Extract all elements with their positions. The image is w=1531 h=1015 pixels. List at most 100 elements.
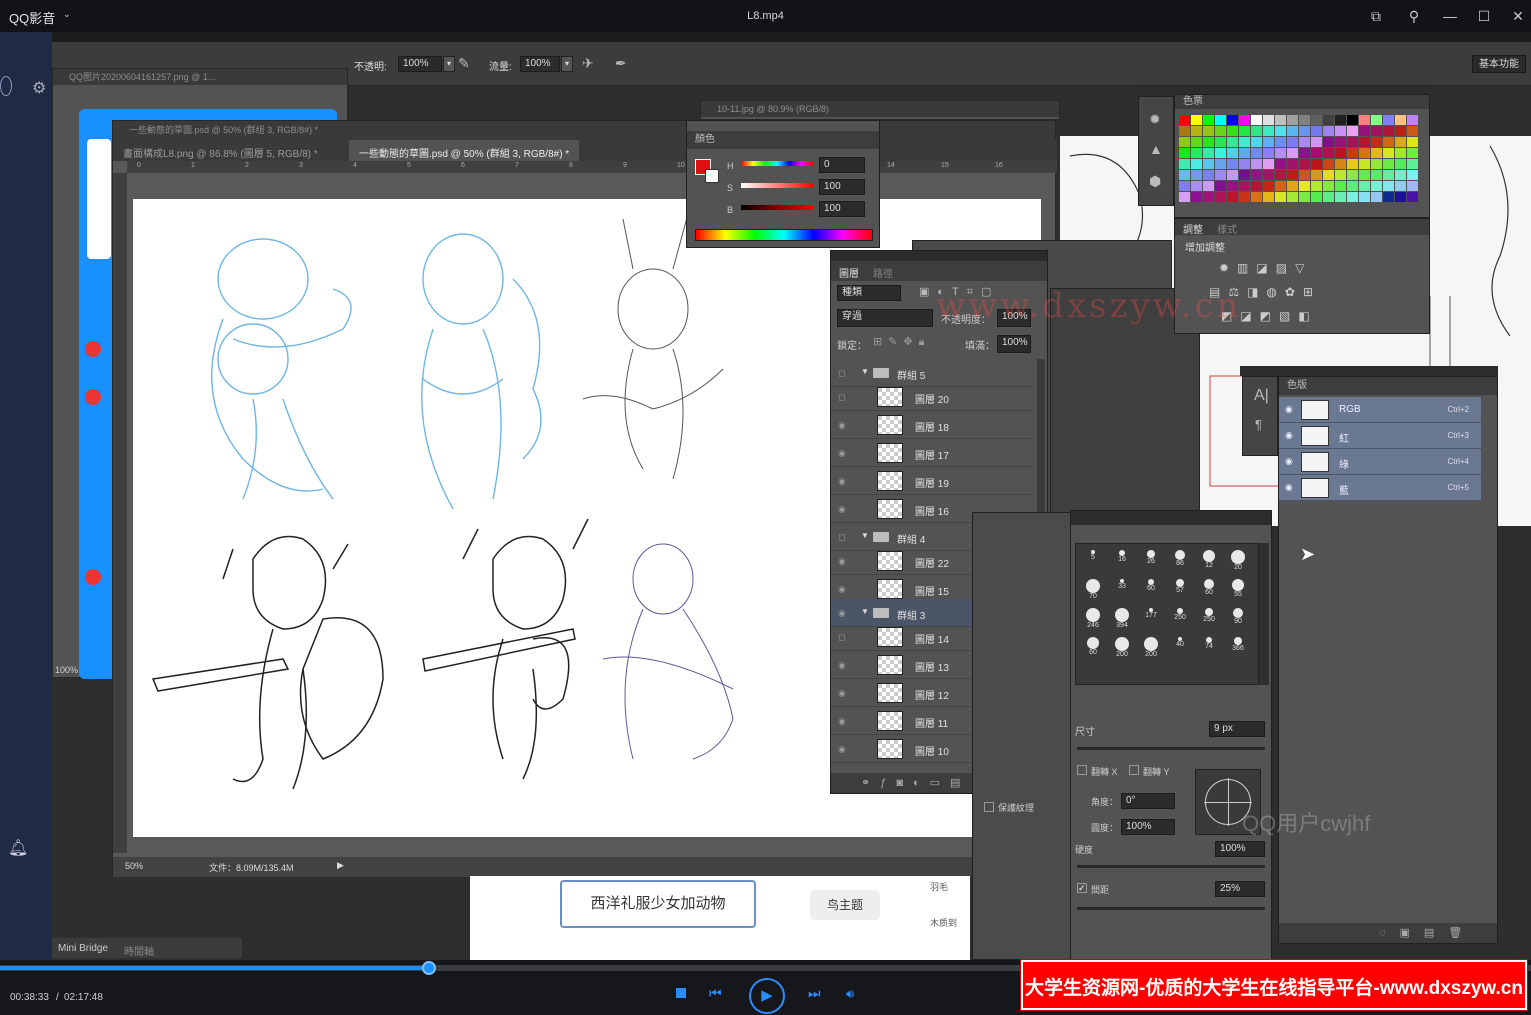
pin-icon[interactable]: ⚲ xyxy=(1403,6,1425,26)
brush-tip[interactable]: 70 xyxy=(1080,577,1106,603)
swatch[interactable] xyxy=(1203,115,1214,125)
layer-kind-filter[interactable]: 種類 xyxy=(837,285,901,301)
swatch[interactable] xyxy=(1227,126,1238,136)
swatch[interactable] xyxy=(1251,170,1262,180)
saturation-slider[interactable] xyxy=(741,183,813,188)
swatch[interactable] xyxy=(1311,137,1322,147)
swatch[interactable] xyxy=(1179,126,1190,136)
swatch[interactable] xyxy=(1299,181,1310,191)
swatch[interactable] xyxy=(1191,192,1202,202)
swatch[interactable] xyxy=(1287,115,1298,125)
swatch[interactable] xyxy=(1191,170,1202,180)
chevron-down-icon[interactable]: ▾ xyxy=(443,56,455,72)
swatch[interactable] xyxy=(1335,137,1346,147)
lock-icons[interactable]: ⊞✎✥🔒︎ xyxy=(873,335,931,349)
swatch[interactable] xyxy=(1383,137,1394,147)
swatch[interactable] xyxy=(1215,126,1226,136)
brush-tip[interactable]: 33 xyxy=(1109,577,1135,603)
adjustment-icons-row1[interactable]: ✹▥◪▨▽ xyxy=(1219,261,1312,275)
swatch[interactable] xyxy=(1323,148,1334,158)
channel-row-blue[interactable]: ◉ 藍 Ctrl+5 xyxy=(1279,475,1481,501)
brush-tip[interactable]: 200 xyxy=(1138,635,1164,661)
layer-row[interactable]: ◉ 圖層 17 xyxy=(831,439,1033,467)
brush-tip[interactable]: 55 xyxy=(1225,577,1251,603)
swatch[interactable] xyxy=(1179,192,1190,202)
swatch[interactable] xyxy=(1227,115,1238,125)
tab-sketches[interactable]: 一些動態的草圖.psd @ 50% (群組 3, RGB/8#) * xyxy=(349,140,580,161)
volume-icon[interactable]: 🔊︎ xyxy=(846,986,854,1002)
swatch[interactable] xyxy=(1179,115,1190,125)
swatch[interactable] xyxy=(1323,159,1334,169)
brush-tip[interactable]: 5 xyxy=(1080,548,1106,574)
swatch[interactable] xyxy=(1359,170,1370,180)
swatch[interactable] xyxy=(1227,148,1238,158)
swatch[interactable] xyxy=(1335,148,1346,158)
swatch[interactable] xyxy=(1407,126,1418,136)
swatch[interactable] xyxy=(1407,181,1418,191)
next-icon[interactable]: ⏭ xyxy=(808,985,821,1002)
swatch[interactable] xyxy=(1239,170,1250,180)
swatch[interactable] xyxy=(1251,126,1262,136)
swatch[interactable] xyxy=(1335,170,1346,180)
swatch[interactable] xyxy=(1299,148,1310,158)
swatch[interactable] xyxy=(1371,115,1382,125)
swatch[interactable] xyxy=(1203,181,1214,191)
swatch[interactable] xyxy=(1371,192,1382,202)
tab-composition[interactable]: 畫面構成L8.png @ 86.8% (圖層 5, RGB/8) * xyxy=(123,145,318,160)
swatch[interactable] xyxy=(1239,148,1250,158)
play-button[interactable]: ▶ xyxy=(749,978,785,1014)
swatch[interactable] xyxy=(1179,159,1190,169)
flow-input[interactable]: 100% xyxy=(520,56,560,72)
swatch[interactable] xyxy=(1275,137,1286,147)
color-spectrum-bar[interactable] xyxy=(695,229,873,241)
swatch[interactable] xyxy=(1347,170,1358,180)
swatch[interactable] xyxy=(1383,159,1394,169)
swatch[interactable] xyxy=(1347,126,1358,136)
layer-row[interactable]: ◻ 圖層 20 xyxy=(831,383,1033,411)
brush-tip[interactable]: 177 xyxy=(1138,606,1164,632)
swatch[interactable] xyxy=(1263,115,1274,125)
swatch[interactable] xyxy=(1275,181,1286,191)
swatch[interactable] xyxy=(1239,115,1250,125)
swatch[interactable] xyxy=(1383,115,1394,125)
screenshot-icon[interactable]: ⧉ xyxy=(1365,6,1387,26)
swatch[interactable] xyxy=(1299,170,1310,180)
swatch[interactable] xyxy=(1275,159,1286,169)
brush-tip[interactable]: 57 xyxy=(1167,577,1193,603)
swatch[interactable] xyxy=(1359,148,1370,158)
swatch[interactable] xyxy=(1203,126,1214,136)
brush-tip[interactable]: 200 xyxy=(1109,635,1135,661)
swatch[interactable] xyxy=(1263,126,1274,136)
brush-tip[interactable]: 86 xyxy=(1167,548,1193,574)
swatch[interactable] xyxy=(1371,126,1382,136)
swatch[interactable] xyxy=(1191,137,1202,147)
swatch[interactable] xyxy=(1359,137,1370,147)
swatch[interactable] xyxy=(1191,159,1202,169)
swatch[interactable] xyxy=(1323,137,1334,147)
swatch[interactable] xyxy=(1395,115,1406,125)
swatch[interactable] xyxy=(1203,192,1214,202)
swatch[interactable] xyxy=(1311,126,1322,136)
swatch[interactable] xyxy=(1179,170,1190,180)
swatch[interactable] xyxy=(1287,181,1298,191)
swatch[interactable] xyxy=(1347,181,1358,191)
background-color-swatch[interactable] xyxy=(705,169,719,183)
maximize-button[interactable]: ☐ xyxy=(1473,6,1495,26)
hue-input[interactable]: 0 xyxy=(819,157,865,173)
swatch[interactable] xyxy=(1275,115,1286,125)
histogram-icon[interactable]: ▲ xyxy=(1149,141,1163,157)
brush-tip[interactable]: 250 xyxy=(1196,606,1222,632)
swatch[interactable] xyxy=(1407,115,1418,125)
swatch[interactable] xyxy=(1287,170,1298,180)
swatch[interactable] xyxy=(1395,126,1406,136)
brush-tip[interactable]: 60 xyxy=(1138,577,1164,603)
hue-slider[interactable] xyxy=(741,161,813,166)
swatches-panel[interactable]: 色票 xyxy=(1174,94,1430,218)
swatch[interactable] xyxy=(1227,192,1238,202)
tab-styles[interactable]: 樣式 xyxy=(1217,221,1237,236)
swatch[interactable] xyxy=(1347,148,1358,158)
brush-tip[interactable]: 12 xyxy=(1196,548,1222,574)
swatch-grid[interactable] xyxy=(1179,115,1418,202)
swatch[interactable] xyxy=(1359,126,1370,136)
swatch[interactable] xyxy=(1371,170,1382,180)
